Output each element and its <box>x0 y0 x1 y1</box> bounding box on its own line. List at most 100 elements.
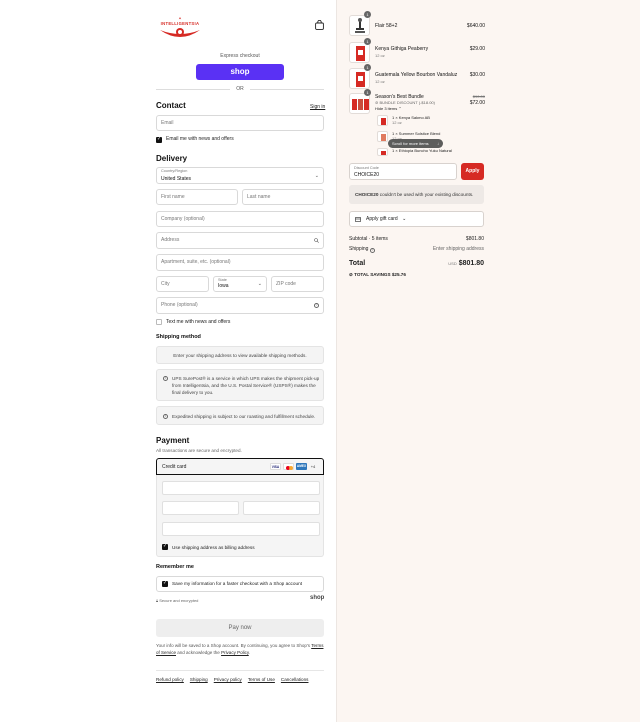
secure-text: Secure and encrypted <box>159 598 199 603</box>
pay-now-button[interactable]: Pay now <box>156 619 324 637</box>
zip-field[interactable]: ZIP code <box>271 276 324 292</box>
payment-heading: Payment <box>156 436 190 445</box>
refund-policy-link[interactable]: Refund policy <box>156 677 184 682</box>
total-label: Total <box>349 260 366 267</box>
item-price: $72.00 <box>469 100 485 106</box>
shipping-row: Shipping ? Enter shipping address <box>349 246 484 253</box>
item-price: $30.00 <box>469 72 485 78</box>
cart-item: 1 Flair 58+2 $640.00 <box>349 11 485 37</box>
amex-icon: AMEX <box>296 463 307 470</box>
save-info-checkbox[interactable] <box>162 580 168 587</box>
country-select[interactable]: Country/Region United States ⌄ <box>156 167 324 184</box>
item-name: Flair 58+2 <box>375 23 398 29</box>
legal-middle: and acknowledge the <box>176 650 222 655</box>
savings-label: TOTAL SAVINGS <box>354 272 391 277</box>
item-size: 12 oz <box>375 79 385 84</box>
item-name: Kenya Githiga Peaberry <box>375 46 429 52</box>
text-news-label: Text me with news and offers <box>166 319 231 325</box>
credit-card-form: Use shipping address as billing address <box>156 475 324 557</box>
arrow-down-icon: ↓ <box>437 141 439 146</box>
save-info-label: Save my information for a faster checkou… <box>172 581 303 586</box>
credit-card-option[interactable]: Credit card VISA AMEX +4 <box>156 458 324 475</box>
shipping-link[interactable]: Shipping <box>190 677 208 682</box>
help-icon[interactable]: ? <box>314 303 319 308</box>
state-select[interactable]: State Iowa ⌄ <box>213 276 267 292</box>
billing-same-checkbox[interactable] <box>162 543 168 550</box>
security-code-field[interactable] <box>243 501 320 515</box>
chevron-down-icon: ⌄ <box>314 173 319 179</box>
subtotal-value: $801.80 <box>465 236 484 242</box>
legal-text: Your info will be saved to a Shop accoun… <box>156 642 324 656</box>
hide-items-toggle[interactable]: Hide 3 items ⌃ <box>375 106 402 112</box>
country-label: Country/Region <box>161 169 188 173</box>
bundle-subitem-size: 12 oz <box>392 120 402 125</box>
cancellations-link[interactable]: Cancellations <box>281 677 309 682</box>
legal-suffix: . <box>248 650 251 655</box>
apply-gift-card-toggle[interactable]: Apply gift card ⌄ <box>349 211 484 227</box>
shopping-bag-icon[interactable] <box>315 20 324 30</box>
expedited-notice-text: Expedited shipping is subject to our roa… <box>172 414 316 419</box>
gift-card-icon <box>355 217 361 222</box>
company-field[interactable]: Company (optional) <box>156 211 324 227</box>
expedited-notice: i Expedited shipping is subject to our r… <box>156 406 324 425</box>
discount-error-message: CHOICE20 couldn't be used with your exis… <box>349 185 484 204</box>
currency-code: USD <box>448 261 457 266</box>
ups-notice-text: UPS SurePost® is a service in which UPS … <box>172 376 320 395</box>
bundle-subitem-name: 1 × Ethiopia Buncho Yuku Natural <box>392 148 452 153</box>
discount-code-field[interactable]: Discount Code CHOICE20 <box>349 163 457 180</box>
help-icon[interactable]: ? <box>369 248 375 253</box>
lock-icon: 🔒︎ <box>156 598 159 603</box>
error-code: CHOICE20 <box>355 192 379 197</box>
shipping-label: Shipping <box>349 246 369 252</box>
subtotal-row: Subtotal · 5 items $801.80 <box>349 236 484 242</box>
gift-card-label: Apply gift card <box>366 216 398 222</box>
shipping-methods-placeholder: Enter your shipping address to view avai… <box>156 346 324 364</box>
cart-item: 1 Guatemala Yellow Bourbon Vandaluz 12 o… <box>349 64 485 90</box>
bundle-discount-text: BUNDLE DISCOUNT (-$18.00) <box>379 100 435 105</box>
state-value: Iowa <box>218 283 229 289</box>
sign-in-link[interactable]: Sign in <box>310 104 325 110</box>
shipping-value: Enter shipping address <box>432 246 484 252</box>
apply-discount-button[interactable]: Apply <box>461 163 484 180</box>
scroll-more-tooltip: Scroll for more items ↓ <box>388 139 443 148</box>
savings-value: $25.76 <box>391 272 406 277</box>
subtotal-label: Subtotal · 5 items <box>349 236 388 242</box>
terms-of-use-link[interactable]: Terms of Use <box>248 677 275 682</box>
shop-pay-button[interactable]: shop <box>196 64 284 80</box>
bundle-subitem-image <box>377 115 388 126</box>
svg-text:INTELLIGENTSIA: INTELLIGENTSIA <box>161 21 200 26</box>
discount-code-value: CHOICE20 <box>354 172 380 178</box>
quantity-badge: 1 <box>364 11 371 18</box>
apartment-field[interactable]: Apartment, suite, etc. (optional) <box>156 254 324 271</box>
privacy-policy-link[interactable]: Privacy policy <box>214 677 242 682</box>
email-field[interactable]: Email <box>156 115 324 131</box>
city-field[interactable]: City <box>156 276 209 292</box>
last-name-field[interactable]: Last name <box>242 189 324 205</box>
search-icon <box>314 238 319 243</box>
intelligentsia-logo[interactable]: INTELLIGENTSIA <box>156 14 204 44</box>
address-field[interactable]: Address <box>156 232 324 249</box>
remember-me-box: Save my information for a faster checkou… <box>156 576 324 592</box>
chevron-down-icon: ⌄ <box>257 281 262 287</box>
country-value: United States <box>161 176 192 182</box>
text-news-checkbox[interactable] <box>156 319 162 325</box>
total-row: Total USD $801.80 <box>349 260 484 267</box>
chevron-up-icon: ⌃ <box>398 106 402 111</box>
payment-subtitle: All transactions are secure and encrypte… <box>156 448 242 453</box>
phone-field[interactable]: Phone (optional) ? <box>156 297 324 314</box>
expiration-field[interactable] <box>162 501 239 515</box>
first-name-field[interactable]: First name <box>156 189 238 205</box>
ups-notice: i UPS SurePost® is a service in which UP… <box>156 369 324 401</box>
item-price: $640.00 <box>466 23 485 29</box>
shipping-method-heading: Shipping method <box>156 334 201 340</box>
quantity-badge: 1 <box>364 64 371 71</box>
discount-tag-icon: ⊘ <box>375 100 379 105</box>
quantity-badge: 1 <box>364 38 371 45</box>
product-image <box>349 42 370 63</box>
privacy-policy-link[interactable]: Privacy Policy <box>221 650 249 655</box>
bundle-subitem-image <box>377 148 388 156</box>
address-placeholder: Address <box>161 237 180 243</box>
email-news-checkbox[interactable] <box>156 136 162 143</box>
card-number-field[interactable] <box>162 481 320 495</box>
name-on-card-field[interactable] <box>162 522 320 536</box>
